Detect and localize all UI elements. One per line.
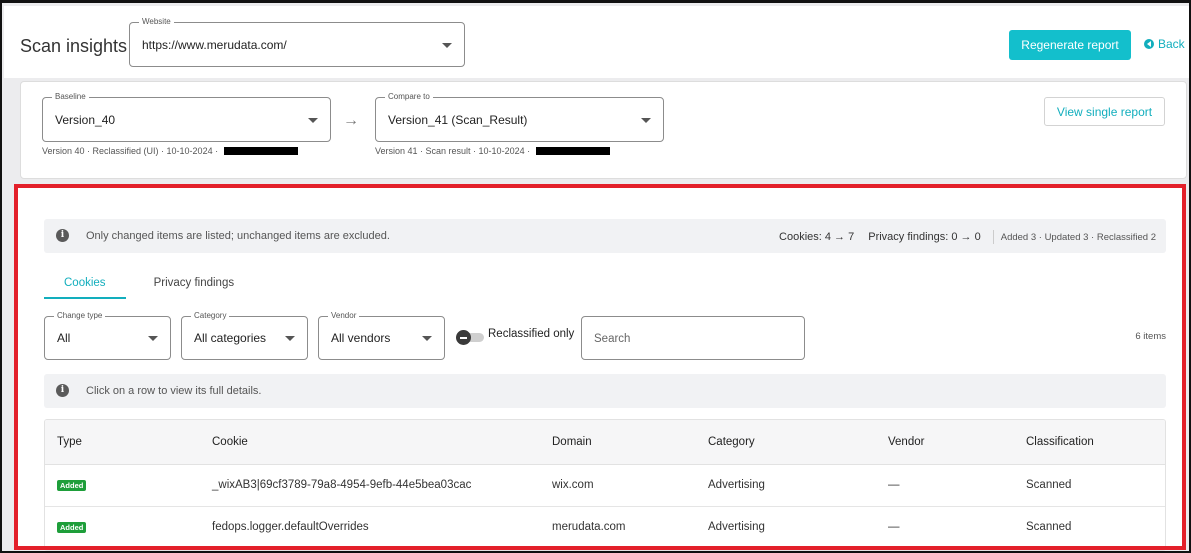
compare-to-caption: Version 41 · Scan result · 10-10-2024 · [375, 146, 611, 156]
column-header-domain[interactable]: Domain [552, 436, 592, 448]
cookies-table: Type Cookie Domain Category Vendor Class… [44, 419, 1166, 551]
baseline-caption: Version 40 · Reclassified (UI) · 10-10-2… [42, 146, 299, 156]
change-type-filter[interactable]: Change type All [44, 311, 171, 360]
regenerate-report-button[interactable]: Regenerate report [1009, 30, 1131, 60]
table-row[interactable]: Added _wixAB3|69cf3789-79a8-4954-9efb-44… [45, 465, 1165, 507]
tab-cookies[interactable]: Cookies [44, 269, 126, 299]
cookie-category: Advertising [708, 521, 765, 533]
cookie-name: fedops.logger.defaultOverrides [212, 521, 369, 533]
cookie-category: Advertising [708, 479, 765, 491]
back-link-label: Back [1158, 37, 1185, 51]
tab-privacy-findings[interactable]: Privacy findings [126, 269, 255, 299]
added-badge: Added [57, 480, 87, 491]
item-count: 6 items [1135, 331, 1166, 342]
vendor-value: All vendors [331, 331, 391, 345]
website-select-legend: Website [139, 17, 174, 27]
cookie-vendor: — [888, 521, 900, 533]
chevron-down-icon [285, 336, 295, 341]
vendor-legend: Vendor [328, 311, 360, 321]
info-bar: i Only changed items are listed; unchang… [44, 219, 1166, 253]
changes-panel: i Only changed items are listed; unchang… [18, 185, 1186, 551]
baseline-caption-text: Version 40 · Reclassified (UI) · 10-10-2… [42, 146, 219, 156]
compare-to-select-value: Version_41 (Scan_Result) [388, 112, 528, 127]
change-type-value: All [57, 331, 71, 345]
hint-text: Click on a row to view its full details. [86, 385, 262, 397]
change-summary: Added 3 · Updated 3 · Reclassified 2 [1000, 231, 1156, 243]
baseline-select-value: Version_40 [55, 112, 116, 127]
back-arrow-icon [1144, 39, 1154, 49]
chevron-down-icon [148, 336, 158, 341]
column-header-vendor[interactable]: Vendor [888, 436, 924, 448]
reclassified-only-label: Reclassified only [488, 328, 575, 340]
info-icon: i [56, 229, 69, 242]
toggle-knob [456, 330, 471, 345]
back-link[interactable]: Back [1144, 37, 1185, 51]
column-header-classification[interactable]: Classification [1026, 436, 1094, 448]
category-legend: Category [191, 311, 230, 321]
column-header-cookie[interactable]: Cookie [212, 436, 248, 448]
change-stats: Cookies: 4 → 7 Privacy findings: 0 → 0 A… [779, 230, 1156, 244]
redacted-block [224, 147, 299, 155]
compare-card: Baseline Version_40 Version 40 · Reclass… [20, 81, 1187, 179]
privacy-stat: Privacy findings: 0 → 0 [868, 231, 981, 243]
tab-bar: Cookies Privacy findings [44, 269, 254, 299]
hint-bar: i Click on a row to view its full detail… [44, 374, 1166, 408]
reclassified-only-toggle[interactable] [456, 330, 486, 345]
chevron-down-icon [422, 336, 432, 341]
search-input[interactable] [594, 329, 784, 349]
cookie-domain: wix.com [552, 479, 594, 491]
chevron-down-icon [442, 42, 452, 48]
change-type-legend: Change type [54, 311, 106, 321]
page-title: Scan insights [20, 36, 128, 56]
compare-to-caption-text: Version 41 · Scan result · 10-10-2024 · [375, 146, 531, 156]
column-header-category[interactable]: Category [708, 436, 755, 448]
table-row[interactable]: Added fedops.logger.defaultOverrides mer… [45, 507, 1165, 549]
search-field[interactable] [581, 316, 805, 360]
chevron-down-icon [308, 117, 318, 123]
compare-to-select[interactable]: Compare to Version_41 (Scan_Result) [375, 92, 664, 142]
app-window: Scan insights Website https://www.meruda… [0, 0, 1191, 553]
vendor-filter[interactable]: Vendor All vendors [318, 311, 445, 360]
header: Scan insights Website https://www.meruda… [4, 6, 1189, 78]
redacted-block [536, 147, 611, 155]
info-icon: i [56, 384, 69, 397]
baseline-select[interactable]: Baseline Version_40 [42, 92, 331, 142]
category-filter[interactable]: Category All categories [181, 311, 308, 360]
chevron-down-icon [641, 117, 651, 123]
website-select-value: https://www.merudata.com/ [142, 37, 287, 52]
website-select[interactable]: Website https://www.merudata.com/ [129, 17, 465, 67]
column-header-type[interactable]: Type [57, 436, 82, 448]
cookie-domain: merudata.com [552, 521, 626, 533]
added-badge: Added [57, 522, 87, 533]
category-value: All categories [194, 331, 267, 345]
cookie-vendor: — [888, 479, 900, 491]
baseline-select-legend: Baseline [52, 92, 89, 102]
arrow-right-icon: → [343, 112, 359, 129]
view-single-report-button[interactable]: View single report [1044, 97, 1165, 126]
cookie-classification: Scanned [1026, 479, 1072, 491]
info-text: Only changed items are listed; unchanged… [86, 230, 390, 242]
table-header: Type Cookie Domain Category Vendor Class… [45, 420, 1165, 465]
compare-to-select-legend: Compare to [385, 92, 433, 102]
cookie-name: _wixAB3|69cf3789-79a8-4954-9efb-44e5bea0… [212, 479, 472, 491]
cookie-classification: Scanned [1026, 521, 1072, 533]
cookies-stat: Cookies: 4 → 7 [779, 231, 855, 243]
